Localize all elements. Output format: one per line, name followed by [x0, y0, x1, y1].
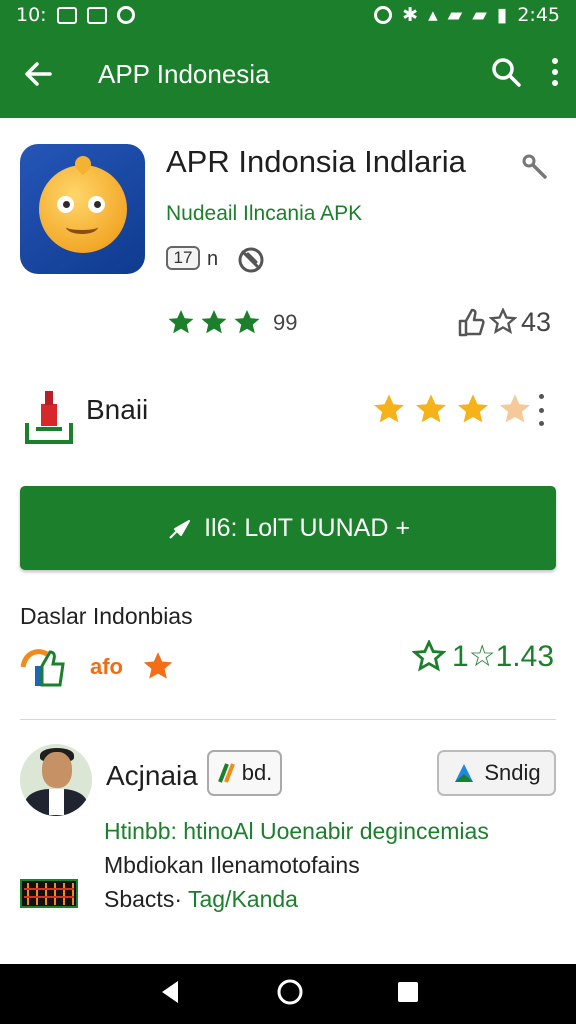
review-line-2: Mbdiokan Ilenamotofains: [104, 852, 360, 878]
green-star-3-icon: [234, 310, 260, 334]
app-icon: [20, 144, 145, 274]
rating-line: 99: [166, 308, 297, 338]
star-outline-icon: [489, 308, 517, 334]
nav-back-button[interactable]: [155, 977, 185, 1012]
no-ads-icon: [236, 245, 266, 280]
back-arrow-icon: [25, 62, 52, 86]
alarm-icon: [374, 6, 393, 24]
app-title: APR Indonsia Indlaria: [166, 144, 466, 179]
orange-star-badge-icon: [143, 652, 173, 679]
search-button[interactable]: [490, 56, 522, 93]
overflow-menu-button[interactable]: [550, 56, 560, 93]
rocket-icon: [169, 520, 191, 539]
app-header-card: APR Indonsia Indlaria Nudeail Ilncania A…: [0, 118, 576, 378]
nav-recents-button[interactable]: [395, 979, 421, 1010]
review-send-chip[interactable]: Sndig: [437, 750, 556, 796]
grid-pattern-icon: [20, 875, 78, 916]
smiley-face-icon: [38, 165, 127, 253]
status-time-left: 10:: [16, 4, 47, 26]
status-left: 10:: [16, 4, 135, 26]
thumbs-up-icon: [458, 308, 485, 337]
status-time-right: 2:45: [517, 4, 560, 26]
nav-home-button[interactable]: [275, 977, 305, 1012]
share-button[interactable]: [521, 152, 551, 187]
vertical-dots-icon: [552, 57, 558, 86]
section-badges: afo: [20, 645, 175, 689]
rating-count: 99: [273, 310, 298, 335]
review-line-1: Htinbb: htinoAl Uoenabir degincemias: [104, 818, 489, 844]
fire-badge-text: afo: [90, 654, 123, 679]
left-eye-icon: [56, 196, 74, 213]
indonesia-section: Daslar Indonbias afo 1☆1.43: [20, 603, 556, 713]
bluetooth-icon: ✱: [402, 4, 419, 26]
image-notification-icon: [56, 6, 77, 24]
battery-icon: ▮: [496, 4, 508, 26]
app-bar-actions: [490, 56, 560, 93]
status-bar: 10: ✱ ▴ ▰ ▰ ▮ 2:45: [0, 0, 576, 30]
mail-notification-icon: [86, 6, 107, 24]
developer-row: Bnaii: [0, 380, 576, 450]
app-bar: APP Indonesia: [0, 30, 576, 118]
thumb-trend-icon: [20, 649, 65, 687]
right-eye-icon: [87, 196, 105, 213]
age-rating-badge: 17: [166, 246, 200, 270]
green-outline-star-icon: [412, 639, 447, 672]
wifi-icon: ▴: [428, 4, 438, 26]
review-send-label: Sndig: [484, 760, 541, 785]
system-navigation-bar: [0, 964, 576, 1024]
review-tag-link[interactable]: Tag/Kanda: [188, 886, 298, 912]
nav-home-icon: [277, 979, 303, 1004]
reviewer-avatar[interactable]: [20, 744, 92, 816]
signal-icon-2: ▰: [472, 4, 487, 26]
colored-pen-icon: [217, 763, 235, 783]
review-badge-chip[interactable]: bd.: [207, 750, 282, 796]
app-developer-link[interactable]: Nudeail Ilncania APK: [166, 202, 362, 226]
share-icon: [522, 154, 547, 179]
review-line-3: Sbacts· Tag/Kanda: [104, 886, 298, 913]
developer-more-button[interactable]: [534, 394, 548, 426]
play-triangle-icon: [455, 764, 474, 782]
review-card: Acjnaia bd. Sndig Htinbb: htinoAl Uoenab…: [0, 730, 576, 960]
developer-download-icon: [24, 386, 74, 449]
install-button[interactable]: Il6: LolT UUNAD +: [20, 486, 556, 570]
section-rating: 1☆1.43: [412, 639, 554, 674]
nav-recents-icon: [398, 981, 418, 1002]
back-button[interactable]: [16, 52, 60, 96]
nav-back-icon: [162, 980, 178, 1003]
reviewer-name[interactable]: Acjnaia: [106, 760, 198, 792]
developer-name[interactable]: Bnaii: [86, 394, 148, 426]
likes-summary: 43: [455, 306, 551, 338]
yellow-star-3-icon: [458, 394, 488, 423]
review-line-3-prefix: Sbacts·: [104, 886, 182, 912]
app-bar-title: APP Indonesia: [98, 58, 270, 89]
record-notification-icon: [116, 6, 135, 24]
review-badge-label: bd.: [241, 760, 273, 785]
smile-icon: [65, 220, 98, 234]
green-star-1-icon: [168, 310, 194, 334]
yellow-star-half-icon: [500, 394, 530, 423]
status-right: ✱ ▴ ▰ ▰ ▮ 2:45: [374, 4, 560, 26]
section-divider: [20, 719, 556, 720]
age-rating-suffix: n: [207, 248, 219, 270]
yellow-star-2-icon: [416, 394, 446, 423]
search-icon: [492, 57, 521, 87]
likes-count: 43: [521, 306, 552, 337]
green-star-2-icon: [201, 310, 227, 334]
developer-rating-stars: [370, 392, 534, 428]
section-rating-value: 1☆1.43: [452, 640, 554, 673]
section-title: Daslar Indonbias: [20, 603, 193, 629]
install-button-label: Il6: LolT UUNAD +: [204, 513, 410, 542]
signal-icon: ▰: [447, 4, 463, 26]
yellow-star-1-icon: [374, 394, 404, 423]
